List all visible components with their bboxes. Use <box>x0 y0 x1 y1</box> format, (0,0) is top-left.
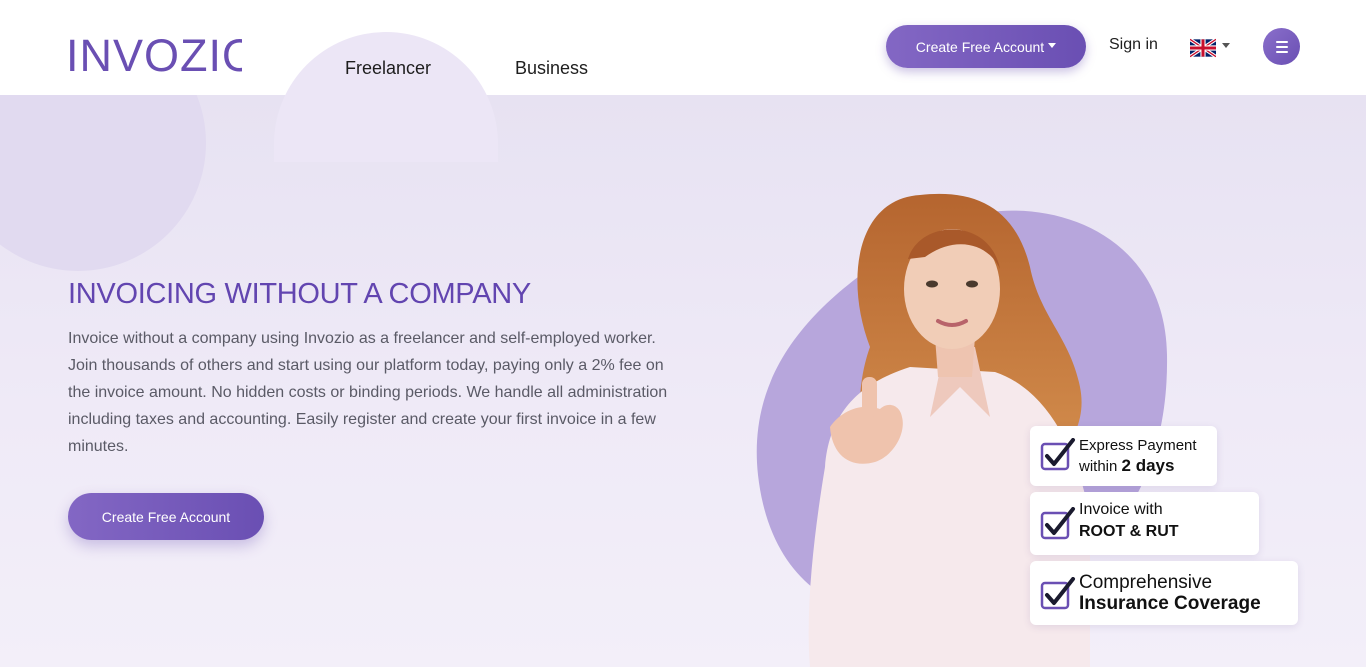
hero-title: INVOICING WITHOUT A COMPANY <box>68 278 531 310</box>
check-icon <box>1040 438 1075 471</box>
create-free-account-label: Create Free Account <box>101 508 231 525</box>
badge-insurance: Comprehensive Insurance Coverage <box>1030 561 1298 625</box>
create-account-dropdown-button[interactable]: Create Free Account <box>886 25 1086 68</box>
create-account-label: Create Free Account <box>915 38 1045 55</box>
invozio-logo[interactable]: INVOZIO <box>66 22 257 81</box>
sign-in-link[interactable]: Sign in <box>1109 36 1158 54</box>
badge-invoice-line1: Invoice with <box>1079 501 1163 518</box>
language-selector[interactable] <box>1190 38 1230 60</box>
decorative-circle <box>0 95 206 271</box>
logo-wordmark: INVOZIO <box>66 30 257 81</box>
badge-invoice-rot-rut: Invoice with ROOT & RUT <box>1030 492 1259 555</box>
badge-invoice-line2: ROOT & RUT <box>1079 523 1179 540</box>
chevron-down-icon <box>1048 42 1057 48</box>
badge-insurance-line2: Insurance Coverage <box>1079 593 1261 614</box>
create-free-account-button[interactable]: Create Free Account <box>68 493 264 540</box>
badge-insurance-line1: Comprehensive <box>1079 572 1213 593</box>
logo-text: INVOZIO <box>66 30 242 74</box>
badge-express-payment: Express Payment within 2 days <box>1030 426 1217 486</box>
badge-express-line2: within 2 days <box>1079 456 1174 476</box>
nav-business[interactable]: Business <box>515 58 588 79</box>
chevron-down-icon <box>1222 43 1230 48</box>
badge-express-prefix: within <box>1079 458 1122 475</box>
check-icon <box>1040 577 1075 610</box>
uk-flag-icon <box>1190 38 1216 58</box>
hamburger-icon-line <box>1275 40 1288 43</box>
badge-express-line1: Express Payment <box>1079 437 1197 454</box>
nav-freelancer[interactable]: Freelancer <box>345 58 431 79</box>
hamburger-icon-line <box>1275 45 1288 48</box>
hamburger-menu-button[interactable] <box>1263 28 1300 65</box>
hero-description: Invoice without a company using Invozio … <box>68 330 668 455</box>
hamburger-icon-line <box>1275 50 1288 53</box>
check-icon <box>1040 507 1075 540</box>
hero-section: INVOICING WITHOUT A COMPANY Invoice with… <box>0 95 1366 667</box>
site-header: INVOZIO Freelancer Business Create Free … <box>0 0 1366 162</box>
badge-express-bold: 2 days <box>1121 456 1175 475</box>
nav-active-arc <box>274 32 498 162</box>
